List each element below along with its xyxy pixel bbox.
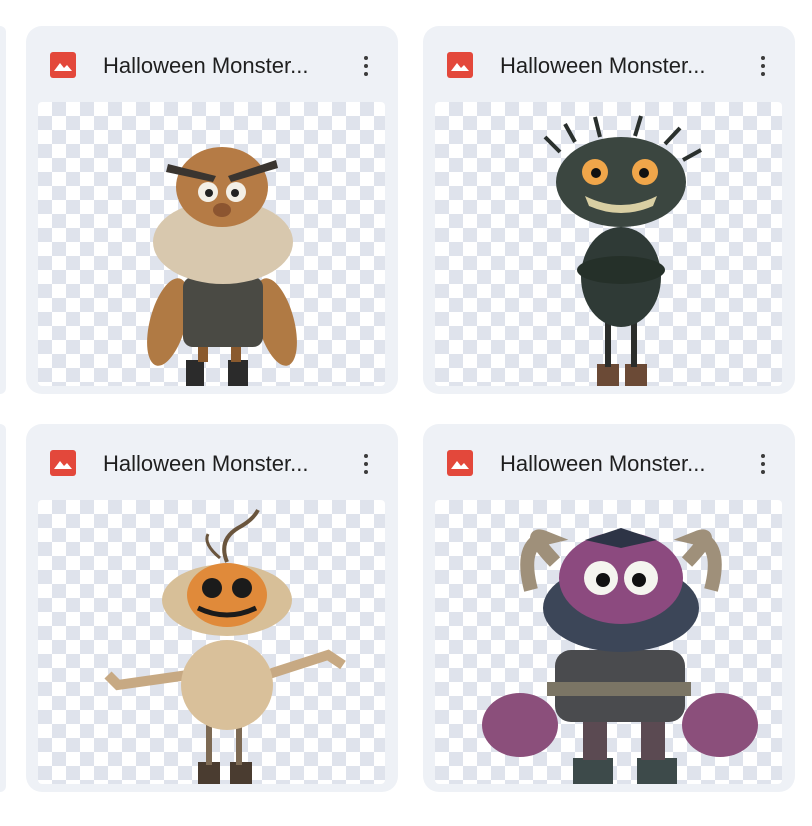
image-icon	[447, 450, 473, 476]
file-card-header: Halloween Monster...	[423, 26, 795, 100]
image-icon	[447, 52, 473, 78]
file-card[interactable]: Halloween Monster...	[423, 26, 795, 394]
purple-horned-monster-image	[482, 528, 758, 784]
file-thumbnail[interactable]	[435, 500, 782, 784]
dark-furry-monster-image	[543, 115, 702, 386]
pumpkin-head-monster-image	[104, 509, 346, 784]
file-card-header: Halloween Monster...	[26, 26, 398, 100]
file-card-header: Halloween Monster...	[423, 424, 795, 498]
file-name[interactable]: Halloween Monster...	[103, 450, 338, 478]
file-name[interactable]: Halloween Monster...	[500, 52, 735, 80]
more-options-button[interactable]	[350, 50, 382, 82]
file-name[interactable]: Halloween Monster...	[500, 450, 735, 478]
image-icon	[50, 52, 76, 78]
partial-card-edge	[0, 424, 6, 792]
more-options-button[interactable]	[350, 448, 382, 480]
file-name[interactable]: Halloween Monster...	[103, 52, 338, 80]
file-card[interactable]: Halloween Monster...	[423, 424, 795, 792]
partial-card-edge	[0, 26, 6, 394]
file-thumbnail[interactable]	[38, 500, 385, 784]
bearded-brown-monster-image	[147, 147, 297, 386]
file-thumbnail[interactable]	[435, 102, 782, 386]
file-card[interactable]: Halloween Monster...	[26, 26, 398, 394]
file-thumbnail[interactable]	[38, 102, 385, 386]
more-options-button[interactable]	[747, 50, 779, 82]
file-card[interactable]: Halloween Monster...	[26, 424, 398, 792]
file-card-header: Halloween Monster...	[26, 424, 398, 498]
more-options-button[interactable]	[747, 448, 779, 480]
image-icon	[50, 450, 76, 476]
